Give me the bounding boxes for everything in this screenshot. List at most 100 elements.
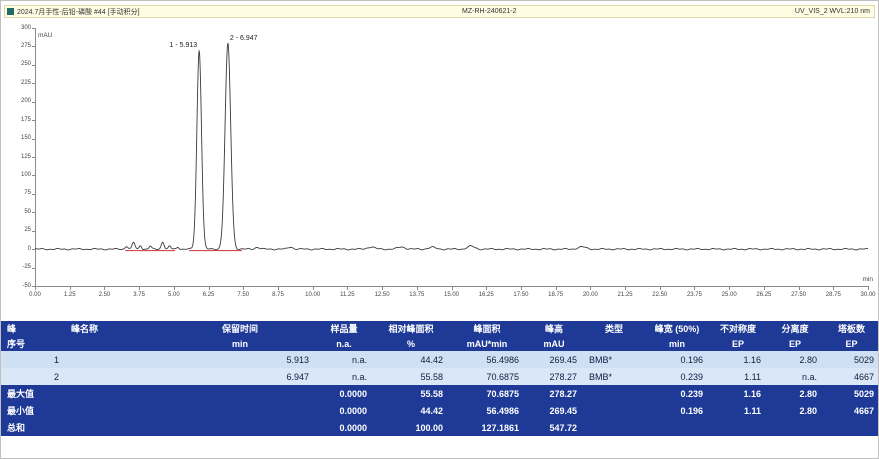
plot-area[interactable]: 1 - 5.9132 - 6.947 (35, 28, 868, 286)
column-header: EP (823, 336, 879, 351)
table-cell (645, 419, 709, 436)
y-tick-mark (32, 83, 35, 84)
injection-icon (7, 8, 14, 15)
table-cell: 278.27 (525, 368, 583, 385)
x-tick-label: 2.50 (89, 292, 119, 298)
x-tick-label: 8.75 (263, 292, 293, 298)
x-tick-label: 1.25 (55, 292, 85, 298)
y-tick-mark (32, 139, 35, 140)
column-header: EP (709, 336, 767, 351)
table-cell: 1 (1, 351, 65, 368)
chart-area: mAU min 1 - 5.9132 - 6.947 3002752502252… (5, 20, 876, 314)
x-tick-mark (70, 287, 71, 290)
x-tick-mark (660, 287, 661, 290)
x-tick-label: 11.25 (332, 292, 362, 298)
y-tick-label: 300 (5, 25, 31, 32)
chromatogram-trace (35, 44, 868, 250)
column-header: 峰名称 (65, 321, 165, 336)
table-cell: 0.239 (645, 368, 709, 385)
table-cell: 4667 (823, 402, 879, 419)
summary-label: 最大值 (1, 385, 165, 402)
summary-row: 最小值0.000044.4256.4986269.450.1961.112.80… (1, 402, 879, 419)
x-tick-mark (625, 287, 626, 290)
column-header: min (165, 336, 315, 351)
x-tick-mark (209, 287, 210, 290)
y-tick-mark (32, 102, 35, 103)
x-tick-mark (104, 287, 105, 290)
x-tick-label: 18.75 (541, 292, 571, 298)
table-cell: 56.4986 (449, 351, 525, 368)
x-tick-label: 0.00 (20, 292, 50, 298)
y-tick-label: -50 (5, 283, 31, 290)
column-header: 塔板数 (823, 321, 879, 336)
x-tick-label: 15.00 (437, 292, 467, 298)
x-tick-mark (556, 287, 557, 290)
y-tick-label: 150 (5, 135, 31, 142)
table-cell: 56.4986 (449, 402, 525, 419)
x-tick-mark (799, 287, 800, 290)
column-header: mAU (525, 336, 583, 351)
summary-row: 总和0.0000100.00127.1861547.72 (1, 419, 879, 436)
summary-row: 最大值0.000055.5870.6875278.270.2391.162.80… (1, 385, 879, 402)
y-tick-mark (32, 46, 35, 47)
table-cell (165, 419, 315, 436)
y-tick-label: 200 (5, 98, 31, 105)
y-tick-mark (32, 194, 35, 195)
x-tick-mark (694, 287, 695, 290)
column-header: n.a. (315, 336, 373, 351)
table-cell: 269.45 (525, 402, 583, 419)
x-tick-mark (347, 287, 348, 290)
x-tick-label: 23.75 (679, 292, 709, 298)
summary-label: 总和 (1, 419, 165, 436)
results-table: 峰峰名称保留时间样品量相对峰面积峰面积峰高类型峰宽 (50%)不对称度分离度塔板… (1, 321, 879, 436)
table-cell: 55.58 (373, 385, 449, 402)
table-cell: 278.27 (525, 385, 583, 402)
x-tick-mark (382, 287, 383, 290)
x-tick-mark (764, 287, 765, 290)
table-cell: 5029 (823, 385, 879, 402)
y-tick-mark (32, 157, 35, 158)
table-cell: n.a. (767, 368, 823, 385)
x-tick-label: 12.50 (367, 292, 397, 298)
table-cell: 6.947 (165, 368, 315, 385)
column-header: mAU*min (449, 336, 525, 351)
chromatogram-title-bar: 2024.7月手性-后铅-磷酸 #44 [手动积分] MZ-RH-240621-… (4, 5, 875, 18)
table-cell (165, 385, 315, 402)
x-tick-mark (174, 287, 175, 290)
column-header (65, 336, 165, 351)
x-tick-mark (243, 287, 244, 290)
x-tick-mark (833, 287, 834, 290)
y-tick-label: 175 (5, 117, 31, 124)
chromatogram-svg (35, 28, 868, 286)
peak-annotation: 2 - 6.947 (230, 35, 258, 42)
table-cell: 44.42 (373, 402, 449, 419)
table-cell: 0.196 (645, 351, 709, 368)
y-tick-label: 100 (5, 172, 31, 179)
detector-channel-label: UV_VIS_2 WVL:210 nm (616, 8, 874, 15)
column-header: 峰宽 (50%) (645, 321, 709, 336)
y-tick-mark (32, 249, 35, 250)
x-tick-mark (486, 287, 487, 290)
table-cell: n.a. (315, 368, 373, 385)
table-cell: 2 (1, 368, 65, 385)
table-cell: 100.00 (373, 419, 449, 436)
x-tick-mark (35, 287, 36, 290)
x-tick-label: 3.75 (124, 292, 154, 298)
peak-row[interactable]: 26.947n.a.55.5870.6875278.27BMB*0.2391.1… (1, 368, 879, 385)
table-cell (165, 402, 315, 419)
peak-row[interactable]: 15.913n.a.44.4256.4986269.45BMB*0.1961.1… (1, 351, 879, 368)
x-tick-label: 26.25 (749, 292, 779, 298)
table-cell: 5.913 (165, 351, 315, 368)
injection-title: 2024.7月手性-后铅-磷酸 #44 [手动积分] (17, 7, 140, 17)
table-cell: 1.11 (709, 402, 767, 419)
x-tick-label: 16.25 (471, 292, 501, 298)
summary-label: 最小值 (1, 402, 165, 419)
chromatography-report-window: 2024.7月手性-后铅-磷酸 #44 [手动积分] MZ-RH-240621-… (0, 0, 879, 459)
table-cell: 55.58 (373, 368, 449, 385)
x-tick-label: 21.25 (610, 292, 640, 298)
y-tick-mark (32, 175, 35, 176)
y-tick-label: 250 (5, 61, 31, 68)
table-cell: 0.0000 (315, 419, 373, 436)
table-cell (583, 402, 645, 419)
x-tick-label: 5.00 (159, 292, 189, 298)
